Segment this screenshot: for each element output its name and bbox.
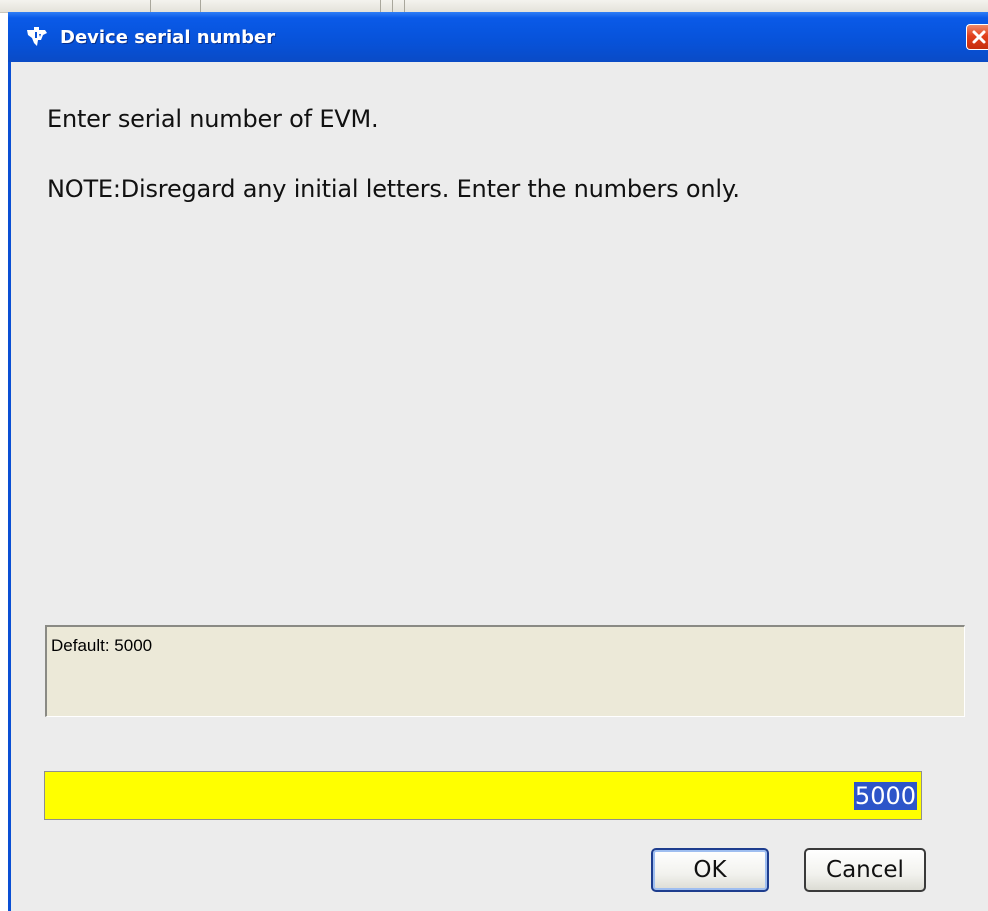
default-value-text: Default: 5000: [51, 636, 153, 655]
strip-divider: [150, 0, 151, 12]
strip-divider: [404, 0, 405, 12]
ok-button[interactable]: OK: [651, 848, 769, 892]
strip-divider: [392, 0, 393, 12]
dialog-window: Device serial number Enter serial number…: [8, 12, 988, 911]
default-info-box: Default: 5000: [45, 625, 965, 717]
prompt-message: Enter serial number of EVM.: [47, 105, 379, 133]
close-button[interactable]: [966, 24, 988, 50]
serial-number-input[interactable]: 5000: [44, 771, 922, 820]
strip-divider: [380, 0, 381, 12]
serial-number-value[interactable]: 5000: [853, 782, 917, 810]
ti-logo-icon: [25, 26, 49, 48]
dialog-body: Enter serial number of EVM. NOTE:Disrega…: [11, 62, 988, 911]
dialog-title: Device serial number: [60, 27, 276, 48]
note-message: NOTE:Disregard any initial letters. Ente…: [47, 175, 740, 203]
cancel-button[interactable]: Cancel: [804, 848, 926, 892]
title-bar[interactable]: Device serial number: [8, 12, 988, 62]
strip-divider: [200, 0, 201, 12]
